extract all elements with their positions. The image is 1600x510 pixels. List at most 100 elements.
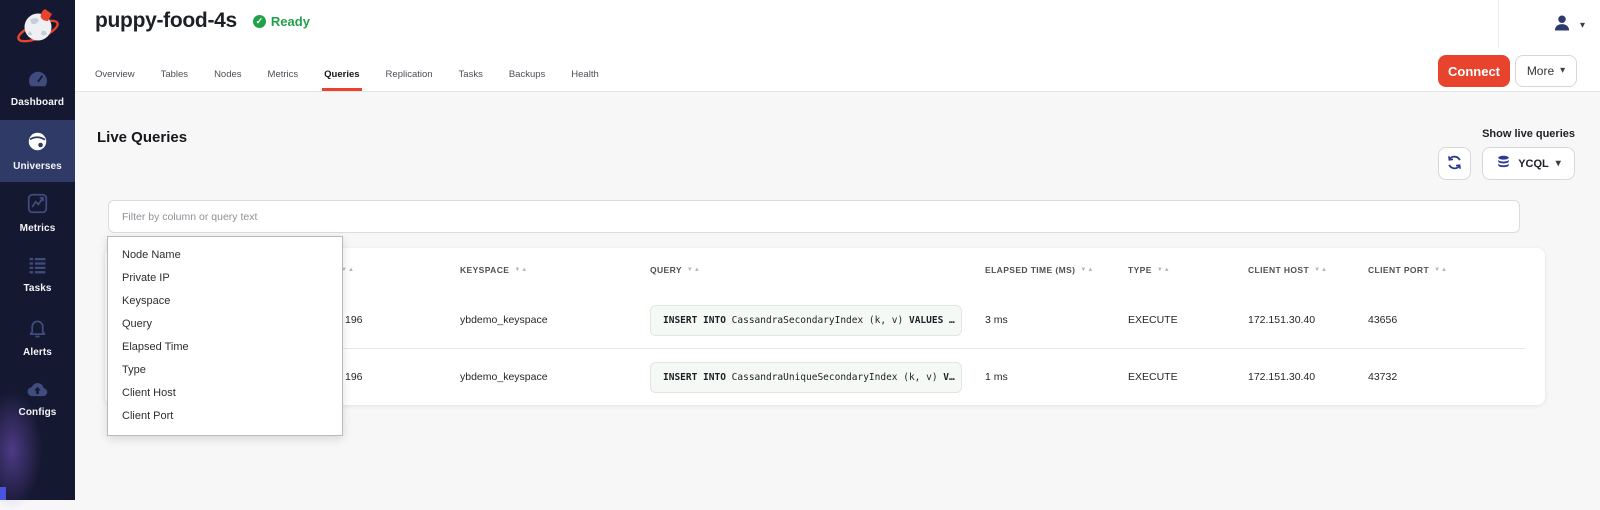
column-label: CLIENT PORT	[1368, 265, 1429, 275]
chevron-down-icon: ▾	[1580, 21, 1585, 31]
database-icon	[1496, 155, 1511, 173]
sidebar: Dashboard Universes Metrics	[0, 0, 75, 500]
sort-icon: ▼▲	[1157, 267, 1171, 273]
universe-tabs: Overview Tables Nodes Metrics Queries Re…	[95, 57, 599, 91]
dropdown-item-node-name[interactable]: Node Name	[108, 244, 342, 267]
tab-health[interactable]: Health	[571, 57, 598, 91]
cell-keyspace: ybdemo_keyspace	[460, 371, 650, 383]
header-divider	[1498, 0, 1499, 48]
tab-backups[interactable]: Backups	[509, 57, 545, 91]
cell-type: EXECUTE	[1128, 371, 1248, 383]
column-label: CLIENT HOST	[1248, 265, 1309, 275]
dropdown-item-keyspace[interactable]: Keyspace	[108, 290, 342, 313]
cell-elapsed: 3 ms	[985, 314, 1128, 326]
connect-button[interactable]: Connect	[1438, 55, 1510, 87]
column-header-elapsed-time[interactable]: ELAPSED TIME (MS) ▼▲	[985, 265, 1128, 275]
sort-icon: ▼▲	[687, 267, 701, 273]
user-menu[interactable]: ▾	[1552, 13, 1585, 38]
sidebar-item-tasks[interactable]: Tasks	[0, 244, 75, 306]
chevron-down-icon: ▾	[1560, 66, 1565, 76]
show-live-queries-label: Show live queries	[1482, 128, 1575, 140]
filter-column-dropdown: Node Name Private IP Keyspace Query Elap…	[107, 236, 343, 436]
column-header-client-port[interactable]: CLIENT PORT ▼▲	[1368, 265, 1545, 275]
query-code-box[interactable]: INSERT INTO CassandraUniqueSecondaryInde…	[650, 362, 962, 393]
cell-type: EXECUTE	[1128, 314, 1248, 326]
column-header-client-host[interactable]: CLIENT HOST ▼▲	[1248, 265, 1368, 275]
cell-client-host: 172.151.30.40	[1248, 314, 1368, 326]
sidebar-item-label: Universes	[13, 161, 62, 172]
cell-client-port: 43732	[1368, 371, 1545, 383]
cloud-icon	[26, 380, 49, 403]
sidebar-item-universes[interactable]: Universes	[0, 120, 75, 182]
section-title: Live Queries	[97, 129, 187, 146]
query-code-box[interactable]: INSERT INTO CassandraSecondaryIndex (k, …	[650, 305, 962, 336]
tab-replication[interactable]: Replication	[386, 57, 433, 91]
cell-client-host: 172.151.30.40	[1248, 371, 1368, 383]
more-button[interactable]: More ▾	[1515, 55, 1577, 87]
sidebar-item-dashboard[interactable]: Dashboard	[0, 58, 75, 120]
api-selector-dropdown[interactable]: YCQL ▾	[1482, 147, 1575, 180]
filter-input[interactable]	[108, 200, 1520, 233]
column-label: QUERY	[650, 265, 682, 275]
globe-icon	[27, 131, 48, 157]
sidebar-nav: Dashboard Universes Metrics	[0, 58, 75, 430]
tab-metrics[interactable]: Metrics	[268, 57, 299, 91]
sidebar-item-metrics[interactable]: Metrics	[0, 182, 75, 244]
sql-keyword: VALUES …	[909, 315, 955, 326]
column-header-keyspace[interactable]: KEYSPACE ▼▲	[460, 265, 650, 275]
user-icon	[1552, 13, 1572, 38]
cell-elapsed: 1 ms	[985, 371, 1128, 383]
refresh-icon	[1446, 154, 1463, 174]
tab-queries[interactable]: Queries	[324, 57, 359, 91]
sort-icon: ▼▲	[1434, 267, 1448, 273]
cell-keyspace: ybdemo_keyspace	[460, 314, 650, 326]
sort-icon: ▼▲	[1080, 267, 1094, 273]
more-label: More	[1527, 64, 1554, 78]
sql-keyword: INSERT INTO	[663, 372, 726, 383]
check-icon: ✓	[253, 15, 266, 28]
sidebar-item-label: Configs	[19, 407, 57, 418]
sidebar-item-label: Tasks	[23, 283, 51, 294]
dropdown-item-query[interactable]: Query	[108, 313, 342, 336]
sql-body: CassandraSecondaryIndex (k, v)	[732, 315, 904, 326]
refresh-button[interactable]	[1438, 147, 1471, 180]
dropdown-item-client-host[interactable]: Client Host	[108, 382, 342, 405]
column-label: TYPE	[1128, 265, 1152, 275]
dropdown-item-private-ip[interactable]: Private IP	[108, 267, 342, 290]
column-label: KEYSPACE	[460, 265, 509, 275]
chart-icon	[27, 193, 48, 219]
dropdown-item-elapsed-time[interactable]: Elapsed Time	[108, 336, 342, 359]
chevron-down-icon: ▾	[1556, 159, 1561, 169]
yugabyte-logo-icon[interactable]	[15, 5, 61, 51]
sql-body: CassandraUniqueSecondaryIndex (k, v)	[732, 372, 938, 383]
dropdown-item-type[interactable]: Type	[108, 359, 342, 382]
sql-keyword: V…	[943, 372, 954, 383]
dropdown-item-client-port[interactable]: Client Port	[108, 405, 342, 428]
sidebar-item-label: Metrics	[20, 223, 56, 234]
sql-keyword: INSERT INTO	[663, 315, 726, 326]
status-badge: ✓ Ready	[253, 14, 310, 29]
sidebar-item-alerts[interactable]: Alerts	[0, 306, 75, 368]
column-header-type[interactable]: TYPE ▼▲	[1128, 265, 1248, 275]
bell-icon	[27, 317, 48, 343]
cell-client-port: 43656	[1368, 314, 1545, 326]
status-text: Ready	[271, 14, 310, 29]
column-label: ELAPSED TIME (MS)	[985, 265, 1075, 275]
column-header-query[interactable]: QUERY ▼▲	[650, 265, 985, 275]
sidebar-item-label: Dashboard	[11, 97, 64, 108]
tab-tables[interactable]: Tables	[161, 57, 188, 91]
api-selector-value: YCQL	[1518, 158, 1549, 170]
sort-icon: ▼▲	[341, 267, 355, 273]
tab-tasks[interactable]: Tasks	[459, 57, 483, 91]
gauge-icon	[27, 70, 49, 93]
sort-icon: ▼▲	[514, 267, 528, 273]
sidebar-item-label: Alerts	[23, 347, 52, 358]
corner-accent	[0, 487, 6, 500]
sidebar-item-configs[interactable]: Configs	[0, 368, 75, 430]
page-title: puppy-food-4s	[95, 9, 237, 33]
list-icon	[27, 256, 48, 279]
sort-icon: ▼▲	[1314, 267, 1328, 273]
header: puppy-food-4s ✓ Ready ▾ Overview Tables …	[75, 0, 1600, 92]
tab-overview[interactable]: Overview	[95, 57, 135, 91]
tab-nodes[interactable]: Nodes	[214, 57, 241, 91]
